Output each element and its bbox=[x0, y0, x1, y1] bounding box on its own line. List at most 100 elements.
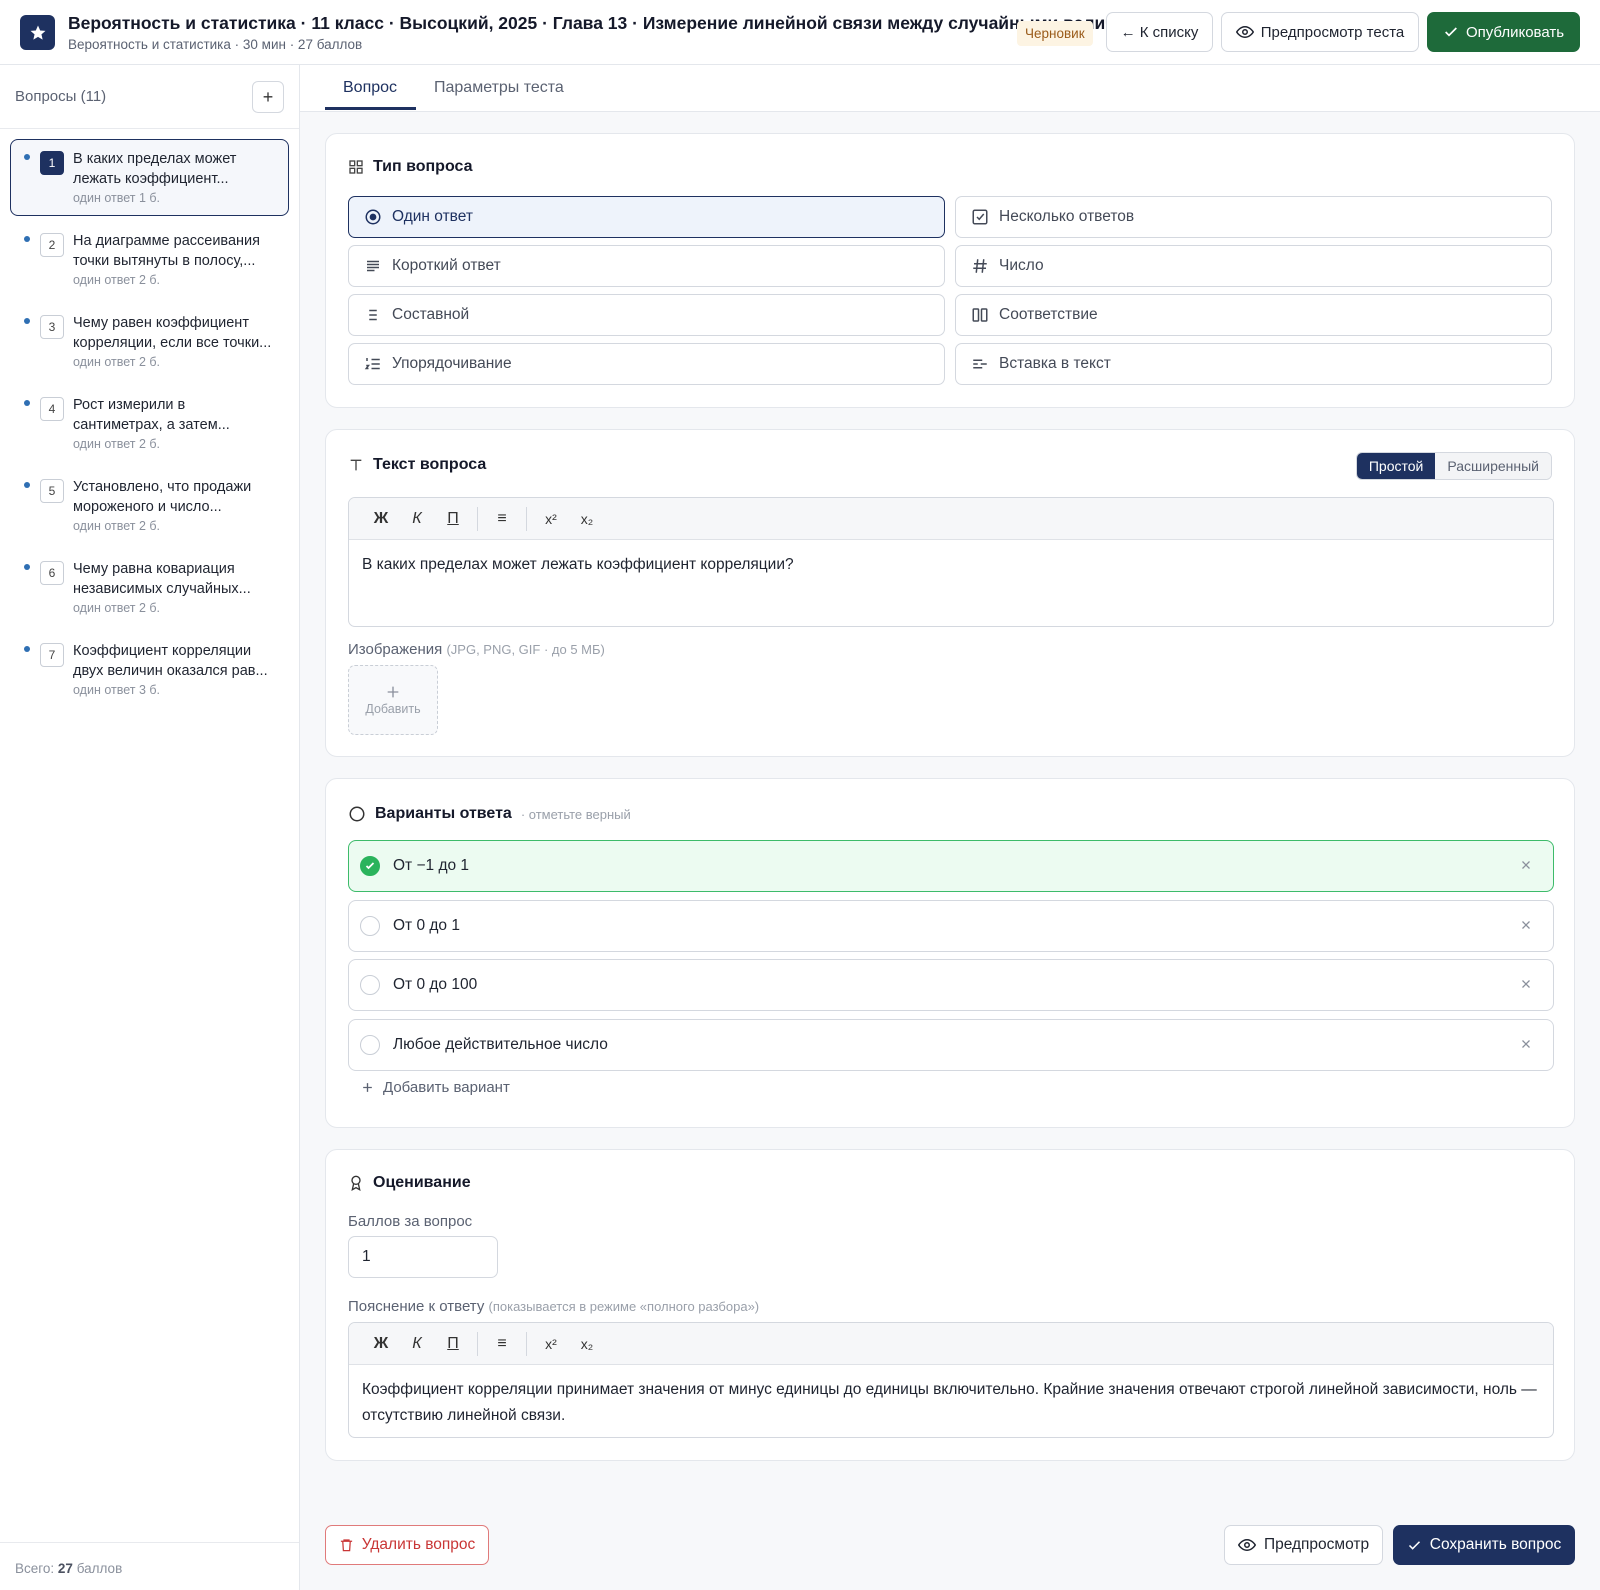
delete-question-label: Удалить вопрос bbox=[361, 1536, 476, 1553]
superscript-button[interactable]: x² bbox=[533, 1329, 569, 1359]
type-fill-in-text-button[interactable]: Вставка в текст bbox=[955, 343, 1552, 385]
question-type-title: Тип вопроса bbox=[348, 158, 473, 176]
answer-option[interactable]: Любое действительное число bbox=[348, 1019, 1554, 1071]
question-item-1[interactable]: 1 В каких пределах может лежать коэффици… bbox=[10, 139, 289, 216]
answer-option[interactable]: От −1 до 1 bbox=[348, 840, 1554, 892]
delete-question-button[interactable]: Удалить вопрос bbox=[325, 1525, 489, 1565]
remove-option-icon[interactable] bbox=[1517, 975, 1535, 993]
question-preview-line: сантиметрах, а затем... bbox=[73, 417, 230, 433]
type-label: Несколько ответов bbox=[999, 208, 1135, 225]
mode-advanced-button[interactable]: Расширенный bbox=[1435, 453, 1551, 479]
add-image-label: Добавить bbox=[365, 702, 421, 716]
editor-mode-toggle: Простой Расширенный bbox=[1355, 452, 1552, 480]
italic-button[interactable]: К bbox=[399, 504, 435, 534]
answer-option-text[interactable]: От 0 до 100 bbox=[393, 976, 477, 994]
italic-button[interactable]: К bbox=[399, 1329, 435, 1359]
type-label: Число bbox=[999, 257, 1044, 274]
answer-option-text[interactable]: От 0 до 1 bbox=[393, 917, 460, 935]
trash-icon bbox=[339, 1537, 354, 1553]
check-icon bbox=[1443, 24, 1459, 40]
question-preview-line: точки вытянуты в полосу,... bbox=[73, 253, 256, 269]
question-preview-line: Чему равна ковариация bbox=[73, 561, 235, 577]
answer-options-card: Варианты ответа · отметьте верный От −1 … bbox=[325, 778, 1575, 1128]
underline-button[interactable]: П bbox=[435, 504, 471, 534]
question-meta: один ответ 1 б. bbox=[73, 191, 161, 205]
question-text-editor: Ж К П ≡ x² x₂ В каких пределах может леж… bbox=[348, 497, 1554, 627]
question-meta: один ответ 2 б. bbox=[73, 355, 161, 369]
question-number: 3 bbox=[40, 315, 64, 339]
type-matching-button[interactable]: Соответствие bbox=[955, 294, 1552, 336]
list-button[interactable]: ≡ bbox=[484, 504, 520, 534]
questions-count: Вопросы (11) bbox=[15, 88, 107, 105]
answer-option[interactable]: От 0 до 1 bbox=[348, 900, 1554, 952]
add-option-button[interactable]: Добавить вариант bbox=[361, 1079, 510, 1096]
explanation-label: Пояснение к ответу (показывается в режим… bbox=[348, 1298, 759, 1315]
explanation-input[interactable]: Коэффициент корреляции принимает значени… bbox=[349, 1365, 1553, 1437]
bold-button[interactable]: Ж bbox=[363, 504, 399, 534]
answer-radio[interactable] bbox=[360, 916, 380, 936]
publish-label: Опубликовать bbox=[1465, 23, 1565, 41]
type-multiple-answers-button[interactable]: Несколько ответов bbox=[955, 196, 1552, 238]
question-item-4[interactable]: 4 Рост измерили в сантиметрах, а затем..… bbox=[10, 385, 289, 462]
type-composite-button[interactable]: Составной bbox=[348, 294, 945, 336]
back-to-list-button[interactable]: ← К списку bbox=[1106, 12, 1213, 52]
subscript-button[interactable]: x₂ bbox=[569, 504, 605, 534]
remove-option-icon[interactable] bbox=[1517, 856, 1535, 874]
answer-radio[interactable] bbox=[360, 1035, 380, 1055]
list-icon bbox=[364, 306, 382, 324]
question-preview-line: В каких пределах может bbox=[73, 151, 237, 167]
remove-option-icon[interactable] bbox=[1517, 1035, 1535, 1053]
answer-option-text[interactable]: Любое действительное число bbox=[393, 1036, 608, 1054]
save-question-button[interactable]: Сохранить вопрос bbox=[1393, 1525, 1575, 1565]
check-icon bbox=[365, 862, 375, 870]
add-question-button[interactable]: + bbox=[252, 81, 284, 113]
question-preview: Коэффициент корреляции двух величин оказ… bbox=[73, 641, 283, 681]
preview-question-button[interactable]: Предпросмотр bbox=[1224, 1525, 1383, 1565]
grading-title: Оценивание bbox=[348, 1174, 471, 1192]
type-single-answer-button[interactable]: Один ответ bbox=[348, 196, 945, 238]
grid-icon bbox=[348, 159, 364, 175]
correct-answer-radio[interactable] bbox=[360, 856, 380, 876]
superscript-button[interactable]: x² bbox=[533, 504, 569, 534]
subscript-button[interactable]: x₂ bbox=[569, 1329, 605, 1359]
question-item-6[interactable]: 6 Чему равна ковариация независимых случ… bbox=[10, 549, 289, 626]
hash-icon bbox=[971, 257, 989, 275]
points-input[interactable]: 1 bbox=[348, 1236, 498, 1278]
type-label: Вставка в текст bbox=[999, 355, 1111, 372]
answer-option-text[interactable]: От −1 до 1 bbox=[393, 857, 469, 875]
remove-option-icon[interactable] bbox=[1517, 916, 1535, 934]
type-ordering-button[interactable]: Упорядочивание bbox=[348, 343, 945, 385]
question-text-input[interactable]: В каких пределах может лежать коэффициен… bbox=[349, 540, 1553, 590]
underline-button[interactable]: П bbox=[435, 1329, 471, 1359]
answer-radio[interactable] bbox=[360, 975, 380, 995]
answer-options-hint: · отметьте верный bbox=[520, 806, 631, 822]
question-status-dot bbox=[24, 318, 30, 324]
list-button[interactable]: ≡ bbox=[484, 1329, 520, 1359]
mode-simple-button[interactable]: Простой bbox=[1356, 453, 1436, 479]
question-preview-line: лежать коэффициент... bbox=[73, 171, 229, 187]
type-short-answer-button[interactable]: Короткий ответ bbox=[348, 245, 945, 287]
question-item-3[interactable]: 3 Чему равен коэффициент корреляции, есл… bbox=[10, 303, 289, 380]
toolbar-divider bbox=[477, 1331, 478, 1356]
preview-test-button[interactable]: Предпросмотр теста bbox=[1221, 12, 1419, 52]
question-item-5[interactable]: 5 Установлено, что продажи мороженого и … bbox=[10, 467, 289, 544]
publish-button[interactable]: Опубликовать bbox=[1427, 12, 1580, 52]
star-logo-icon bbox=[20, 15, 55, 50]
question-meta: один ответ 2 б. bbox=[73, 601, 161, 615]
bold-button[interactable]: Ж bbox=[363, 1329, 399, 1359]
tab-test-settings[interactable]: Параметры теста bbox=[434, 79, 564, 97]
question-status-dot bbox=[24, 646, 30, 652]
points-label: Баллов за вопрос bbox=[348, 1213, 473, 1230]
add-image-button[interactable]: Добавить bbox=[348, 665, 438, 735]
answer-option[interactable]: От 0 до 100 bbox=[348, 959, 1554, 1011]
grading-card: Оценивание Баллов за вопрос 1 Пояснение … bbox=[325, 1149, 1575, 1461]
add-option-label: Добавить вариант bbox=[383, 1079, 510, 1096]
type-number-button[interactable]: Число bbox=[955, 245, 1552, 287]
question-text-card: Текст вопроса Простой Расширенный Ж К П … bbox=[325, 429, 1575, 757]
tab-question[interactable]: Вопрос bbox=[343, 79, 397, 97]
question-preview: В каких пределах может лежать коэффициен… bbox=[73, 149, 283, 189]
images-hint: (JPG, PNG, GIF · до 5 МБ) bbox=[446, 642, 605, 657]
question-type-heading: Тип вопроса bbox=[373, 158, 473, 175]
question-item-7[interactable]: 7 Коэффициент корреляции двух величин ок… bbox=[10, 631, 289, 708]
question-item-2[interactable]: 2 На диаграмме рассеивания точки вытянут… bbox=[10, 221, 289, 298]
